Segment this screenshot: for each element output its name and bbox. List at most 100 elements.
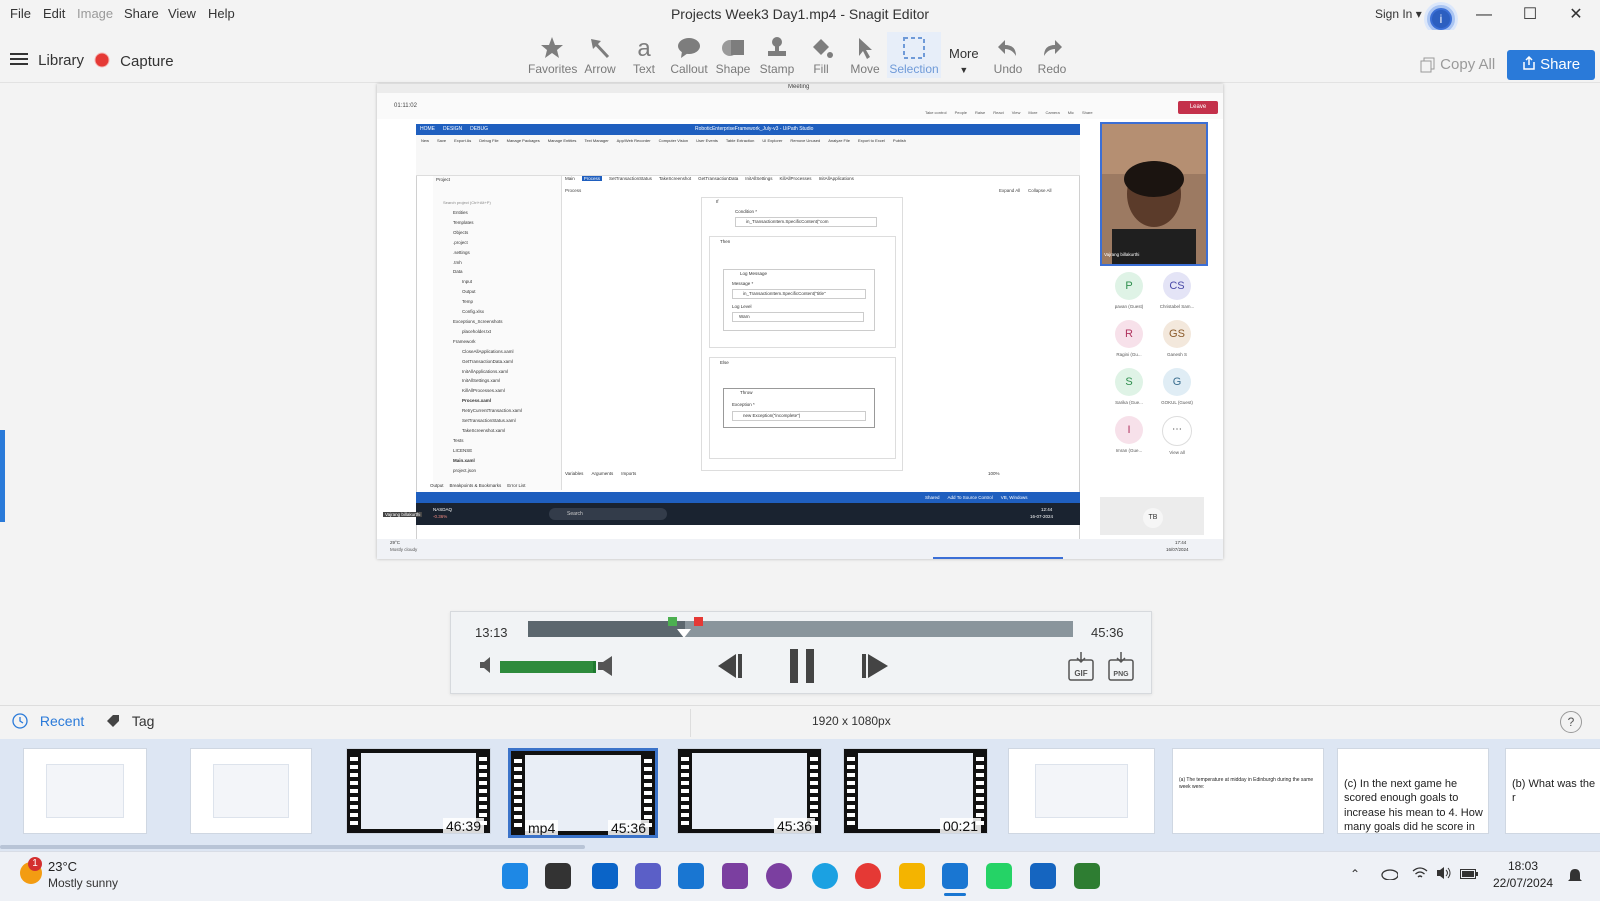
save-gif-icon[interactable]: GIF (1068, 652, 1094, 687)
tree-item[interactable]: Main.xaml (453, 456, 553, 466)
capture-button[interactable]: Capture (94, 52, 174, 72)
tray-thumbnail[interactable]: mp4 45:36 (508, 748, 658, 838)
tray-thumbnail[interactable] (1008, 748, 1155, 834)
edge-icon[interactable] (812, 863, 838, 889)
project-search[interactable]: Search project (Ctrl+Alt+P) (443, 200, 491, 205)
help-icon[interactable]: ? (1560, 711, 1582, 733)
react-label[interactable]: React (993, 110, 1003, 115)
tree-item[interactable]: GetTransactionData.xaml (453, 357, 553, 367)
tray-overflow-icon[interactable]: ⌃ (1350, 867, 1360, 881)
participant-tile[interactable]: I Imran (Gue... (1106, 416, 1152, 453)
tree-item[interactable]: InitAllApplications.xaml (453, 367, 553, 377)
snagit-editor-icon[interactable] (942, 863, 968, 889)
camera-label[interactable]: Camera (1045, 110, 1059, 115)
tree-item[interactable]: Config.xlsx (453, 307, 553, 317)
ribbon-recorder[interactable]: App/Web Recorder (617, 138, 651, 143)
message-input[interactable]: in_TransactionItem.SpecificContent("titl… (732, 289, 866, 299)
share-button[interactable]: Share (1507, 50, 1595, 80)
tree-item[interactable]: Output (453, 287, 553, 297)
error-list-tab[interactable]: Error List (507, 483, 525, 488)
captured-video-frame[interactable]: Meeting 01:11:02 Take control People Rai… (377, 84, 1223, 559)
ribbon-analyze[interactable]: Analyze File (828, 138, 850, 143)
leave-button[interactable]: Leave (1178, 101, 1218, 114)
participant-tile[interactable]: S Sarika (Gue... (1106, 368, 1152, 405)
variables-tab[interactable]: Variables (565, 471, 583, 476)
chrome-icon[interactable] (855, 863, 881, 889)
camtasia-icon[interactable] (1074, 863, 1100, 889)
save-png-icon[interactable]: PNG (1108, 652, 1134, 687)
clock-date[interactable]: 22/07/2024 (1493, 876, 1553, 890)
tool-fill[interactable]: Fill (797, 36, 845, 76)
doc-tab-process[interactable]: Process (581, 176, 603, 181)
selection-start-marker[interactable] (668, 617, 677, 626)
doc-tab-main[interactable]: Main (565, 176, 575, 181)
whatsapp-icon[interactable] (986, 863, 1012, 889)
library-button[interactable]: Library (10, 52, 84, 70)
more-label-meeting[interactable]: More (1028, 110, 1037, 115)
condition-input[interactable]: in_TransactionItem.SpecificContent("com (735, 217, 877, 227)
tree-item[interactable]: Input (453, 277, 553, 287)
ribbon-text-manager[interactable]: Text Manager (584, 138, 608, 143)
tray-thumbnail[interactable]: (b) What was the r (1505, 748, 1600, 834)
speaker-icon[interactable] (1436, 866, 1452, 885)
people-label[interactable]: People (955, 110, 967, 115)
ribbon-publish[interactable]: Publish (893, 138, 906, 143)
doc-tab-takescreenshot[interactable]: TakeScreenshot (659, 176, 691, 181)
redo-button[interactable]: Redo (1028, 36, 1076, 76)
view-label[interactable]: View (1012, 110, 1021, 115)
notification-icon[interactable]: i (1427, 5, 1455, 33)
tree-item[interactable]: RetryCurrentTransaction.xaml (453, 406, 553, 416)
doc-tab-settransactionstatus[interactable]: SetTransactionStatus (609, 176, 652, 181)
ribbon-export[interactable]: Export As (454, 138, 471, 143)
tool-selection[interactable]: Selection (887, 32, 941, 78)
tray-thumbnail[interactable]: 45:36 (677, 748, 822, 834)
tool-arrow[interactable]: Arrow (576, 36, 624, 76)
doc-tab-gettransactiondata[interactable]: GetTransactionData (698, 176, 738, 181)
more-tools-button[interactable]: More ▼ (949, 46, 979, 76)
tree-item[interactable]: CloseAllApplications.xaml (453, 347, 553, 357)
presenter-video[interactable] (1100, 122, 1208, 266)
playhead[interactable] (677, 629, 691, 638)
volume-max-icon[interactable] (598, 656, 618, 681)
imports-tab[interactable]: Imports (621, 471, 636, 476)
pause-icon[interactable] (790, 649, 814, 688)
tool-stamp[interactable]: Stamp (753, 36, 801, 76)
outlook-icon[interactable] (592, 863, 618, 889)
tree-item[interactable]: .tmh (453, 258, 553, 268)
tree-item[interactable]: Exceptions_Screenshots (453, 317, 553, 327)
take-control-label[interactable]: Take control (925, 110, 947, 115)
exception-input[interactable]: new Exception("incomplete") (732, 411, 866, 421)
file-explorer-icon[interactable] (899, 863, 925, 889)
copy-all-button[interactable]: Copy All (1420, 56, 1495, 73)
tree-item[interactable]: Templates (453, 218, 553, 228)
tray-thumbnail[interactable]: 46:39 (346, 748, 491, 834)
ribbon-computer-vision[interactable]: Computer Vision (659, 138, 689, 143)
tree-item[interactable]: Data (453, 267, 553, 277)
tree-item[interactable]: SetTransactionStatus.xaml (453, 416, 553, 426)
tag-tab[interactable]: Tag (106, 713, 154, 729)
ribbon-new[interactable]: New (421, 138, 429, 143)
tool-shape[interactable]: Shape (709, 36, 757, 76)
minimize-button[interactable]: — (1464, 2, 1504, 28)
status-source-control[interactable]: Add To Source Control (948, 495, 993, 500)
tree-item[interactable]: Objects (453, 228, 553, 238)
step-back-icon[interactable] (714, 654, 744, 683)
side-panel-handle[interactable] (0, 430, 5, 522)
ribbon-tab-design[interactable]: DESIGN (443, 126, 462, 132)
arguments-tab[interactable]: Arguments (591, 471, 613, 476)
view-all-button[interactable]: ⋯ View all (1154, 416, 1200, 455)
maximize-button[interactable]: ☐ (1510, 2, 1550, 28)
tree-item[interactable]: LICENSE (453, 446, 553, 456)
raise-label[interactable]: Raise (975, 110, 985, 115)
ribbon-debug[interactable]: Debug File (479, 138, 498, 143)
tree-item[interactable]: Entities (453, 208, 553, 218)
tree-item[interactable]: project.json (453, 466, 553, 476)
tray-scrollbar[interactable] (0, 845, 585, 849)
ribbon-export-excel[interactable]: Export to Excel (858, 138, 885, 143)
tool-callout[interactable]: Callout (665, 36, 713, 76)
expand-all[interactable]: Expand All (999, 188, 1020, 193)
onedrive-icon[interactable] (1380, 867, 1399, 885)
tree-item[interactable]: Tests (453, 436, 553, 446)
close-button[interactable]: ✕ (1556, 2, 1596, 28)
doc-tab-initallapplications[interactable]: InitAllApplications (819, 176, 854, 181)
